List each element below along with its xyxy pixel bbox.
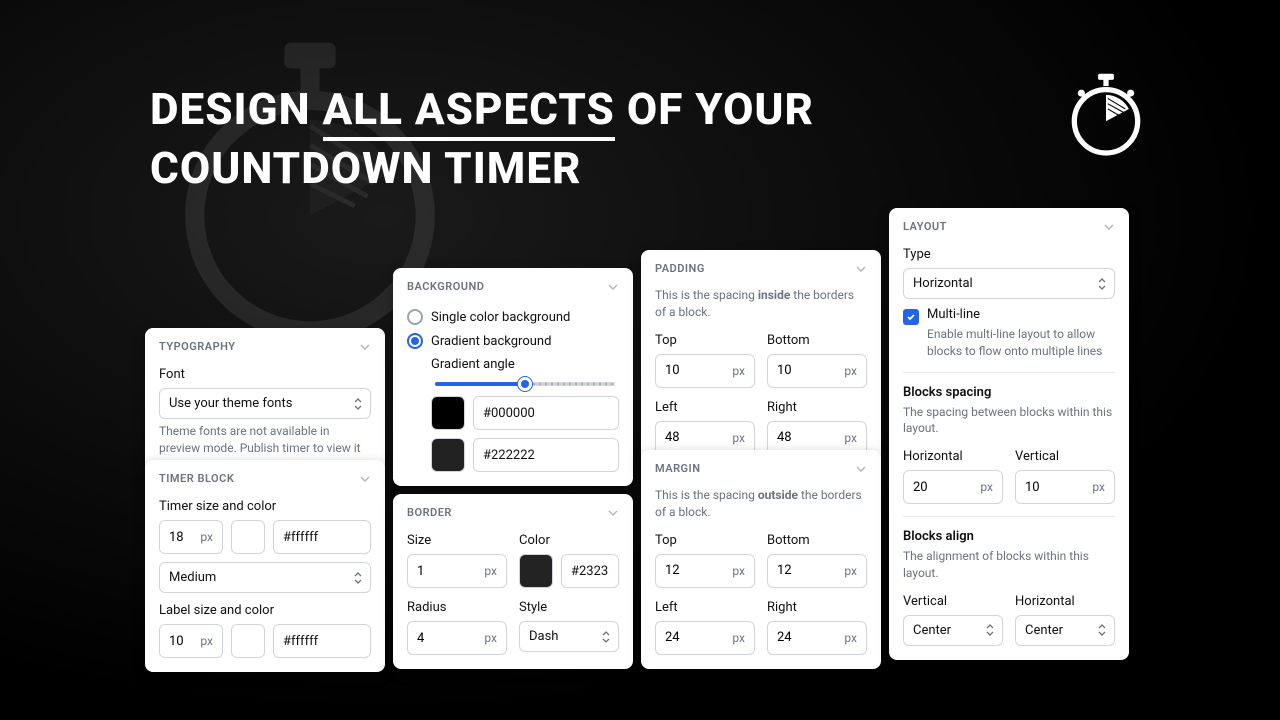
border-radius-label: Radius (407, 600, 507, 615)
chevron-down-icon (1103, 221, 1115, 233)
border-size-input[interactable]: px (407, 554, 507, 588)
gradient-angle-slider[interactable] (435, 382, 615, 386)
background-panel: BACKGROUND Single color background Gradi… (393, 268, 633, 486)
gradient-color2-input[interactable] (473, 438, 619, 472)
margin-top-input[interactable]: px (655, 554, 755, 588)
margin-bottom-input[interactable]: px (767, 554, 867, 588)
check-icon (906, 312, 916, 322)
gradient-color1-swatch[interactable] (431, 396, 465, 430)
padding-header[interactable]: PADDING (655, 250, 867, 283)
label-size-input[interactable]: px (159, 624, 223, 658)
border-color-label: Color (519, 533, 619, 548)
background-header[interactable]: BACKGROUND (407, 268, 619, 301)
timer-size-label: Timer size and color (159, 499, 371, 514)
border-color-input[interactable] (561, 554, 619, 588)
border-color-swatch[interactable] (519, 554, 553, 588)
typography-header[interactable]: TYPOGRAPHY (159, 328, 371, 361)
label-size-label: Label size and color (159, 603, 371, 618)
align-horizontal-select[interactable] (1015, 615, 1115, 646)
gradient-color1-input[interactable] (473, 396, 619, 430)
border-panel: BORDER Size px Color Radius px Style (393, 494, 633, 669)
timer-weight-select[interactable] (159, 562, 371, 593)
border-style-label: Style (519, 600, 619, 615)
layout-type-select[interactable] (903, 268, 1115, 299)
padding-panel: PADDING This is the spacing inside the b… (641, 250, 881, 469)
layout-panel: LAYOUT Type Multi-line Enable multi-line… (889, 208, 1129, 660)
margin-header[interactable]: MARGIN (655, 450, 867, 483)
single-color-radio[interactable]: Single color background (407, 309, 619, 325)
timer-block-panel: TIMER BLOCK Timer size and color px Labe… (145, 460, 385, 672)
border-header[interactable]: BORDER (407, 494, 619, 527)
label-color-swatch[interactable] (231, 624, 265, 658)
chevron-down-icon (855, 263, 867, 275)
spacing-horizontal-input[interactable]: px (903, 470, 1003, 504)
chevron-down-icon (855, 463, 867, 475)
margin-right-input[interactable]: px (767, 621, 867, 655)
page-heading: DESIGN ALL ASPECTS OF YOUR COUNTDOWN TIM… (150, 80, 1100, 199)
font-select[interactable] (159, 388, 371, 419)
margin-help: This is the spacing outside the borders … (655, 487, 867, 521)
timer-size-input[interactable]: px (159, 520, 223, 554)
border-size-label: Size (407, 533, 507, 548)
layout-header[interactable]: LAYOUT (903, 208, 1115, 241)
spacing-vertical-input[interactable]: px (1015, 470, 1115, 504)
margin-left-input[interactable]: px (655, 621, 755, 655)
font-label: Font (159, 367, 371, 382)
stopwatch-logo-icon (1062, 72, 1150, 160)
blocks-spacing-title: Blocks spacing (903, 385, 1115, 400)
border-style-select[interactable] (519, 621, 619, 652)
label-color-input[interactable] (273, 624, 371, 658)
padding-top-input[interactable]: px (655, 354, 755, 388)
timer-color-input[interactable] (273, 520, 371, 554)
gradient-radio[interactable]: Gradient background (407, 333, 619, 349)
align-vertical-select[interactable] (903, 615, 1003, 646)
padding-bottom-input[interactable]: px (767, 354, 867, 388)
chevron-down-icon (359, 473, 371, 485)
blocks-align-title: Blocks align (903, 529, 1115, 544)
gradient-angle-label: Gradient angle (431, 357, 619, 372)
layout-type-label: Type (903, 247, 1115, 262)
timer-color-swatch[interactable] (231, 520, 265, 554)
margin-panel: MARGIN This is the spacing outside the b… (641, 450, 881, 669)
timer-block-header[interactable]: TIMER BLOCK (159, 460, 371, 493)
chevron-down-icon (359, 341, 371, 353)
chevron-down-icon (607, 507, 619, 519)
padding-help: This is the spacing inside the borders o… (655, 287, 867, 321)
gradient-color2-swatch[interactable] (431, 438, 465, 472)
multiline-checkbox[interactable]: Multi-line Enable multi-line layout to a… (903, 307, 1115, 360)
chevron-down-icon (607, 281, 619, 293)
border-radius-input[interactable]: px (407, 621, 507, 655)
